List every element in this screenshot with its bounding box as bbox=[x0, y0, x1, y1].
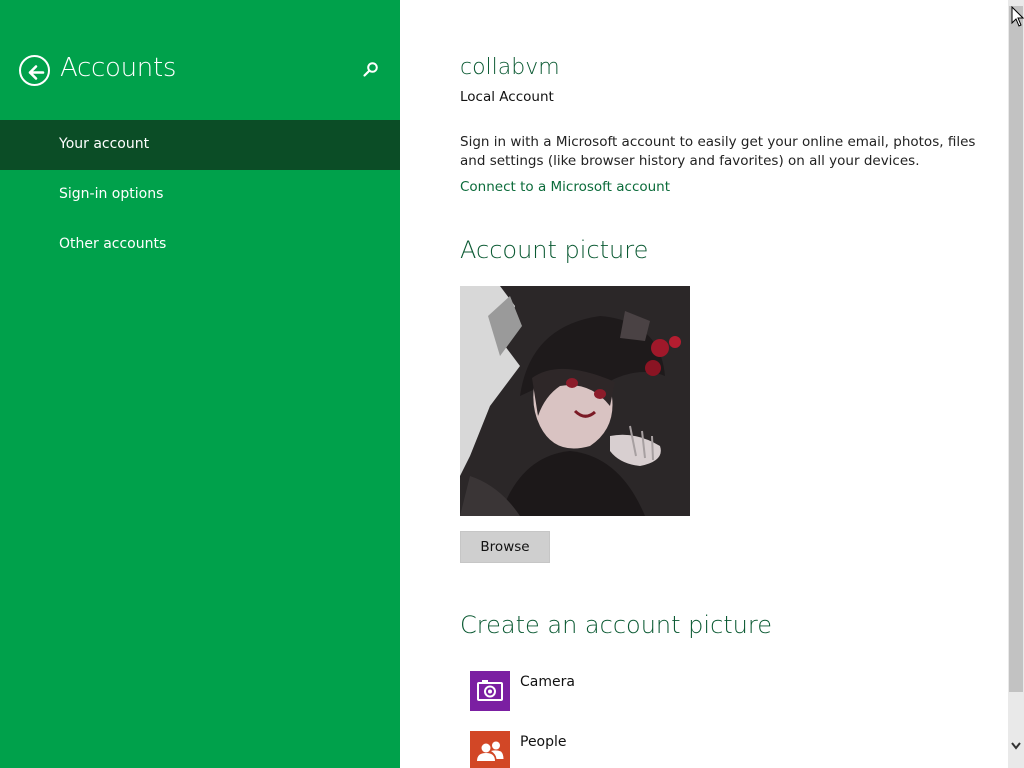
pc-settings-window: Accounts Your account Sign-in options Ot… bbox=[0, 0, 1024, 768]
camera-app-option[interactable]: Camera bbox=[470, 671, 770, 711]
sidebar-item-sign-in-options[interactable]: Sign-in options bbox=[0, 170, 400, 220]
camera-label: Camera bbox=[520, 674, 575, 690]
mouse-cursor-icon bbox=[1011, 6, 1024, 27]
sidebar-item-your-account[interactable]: Your account bbox=[0, 120, 400, 170]
search-icon bbox=[363, 62, 378, 77]
create-picture-heading: Create an account picture bbox=[460, 611, 772, 639]
people-label: People bbox=[520, 734, 567, 750]
nav-list: Your account Sign-in options Other accou… bbox=[0, 120, 400, 270]
browse-button[interactable]: Browse bbox=[460, 531, 550, 563]
scroll-down-button[interactable] bbox=[1010, 738, 1022, 752]
sidebar-item-label: Your account bbox=[59, 136, 150, 152]
people-icon bbox=[477, 741, 504, 761]
scrollbar-thumb[interactable] bbox=[1009, 6, 1023, 692]
account-picture bbox=[460, 286, 690, 516]
search-button[interactable] bbox=[361, 60, 381, 80]
sidebar-item-label: Sign-in options bbox=[59, 186, 164, 202]
account-username: collabvm bbox=[460, 55, 560, 80]
account-type: Local Account bbox=[460, 89, 554, 105]
account-picture-heading: Account picture bbox=[460, 236, 649, 264]
navigation-pane: Accounts Your account Sign-in options Ot… bbox=[0, 0, 400, 768]
scroll-down-icon bbox=[1011, 742, 1021, 750]
camera-icon bbox=[477, 680, 503, 701]
people-tile bbox=[470, 731, 510, 768]
page-title: Accounts bbox=[60, 53, 177, 83]
sidebar-item-other-accounts[interactable]: Other accounts bbox=[0, 220, 400, 270]
people-app-option[interactable]: People bbox=[470, 731, 770, 768]
connect-microsoft-account-link[interactable]: Connect to a Microsoft account bbox=[460, 179, 670, 195]
content-pane: collabvm Local Account Sign in with a Mi… bbox=[400, 0, 1008, 768]
camera-tile bbox=[470, 671, 510, 711]
vertical-scrollbar[interactable] bbox=[1008, 0, 1024, 768]
sidebar-item-label: Other accounts bbox=[59, 236, 167, 252]
back-arrow-icon bbox=[28, 65, 45, 80]
sign-in-description: Sign in with a Microsoft account to easi… bbox=[460, 134, 976, 169]
account-picture-image bbox=[460, 286, 690, 516]
back-button[interactable] bbox=[19, 55, 50, 86]
